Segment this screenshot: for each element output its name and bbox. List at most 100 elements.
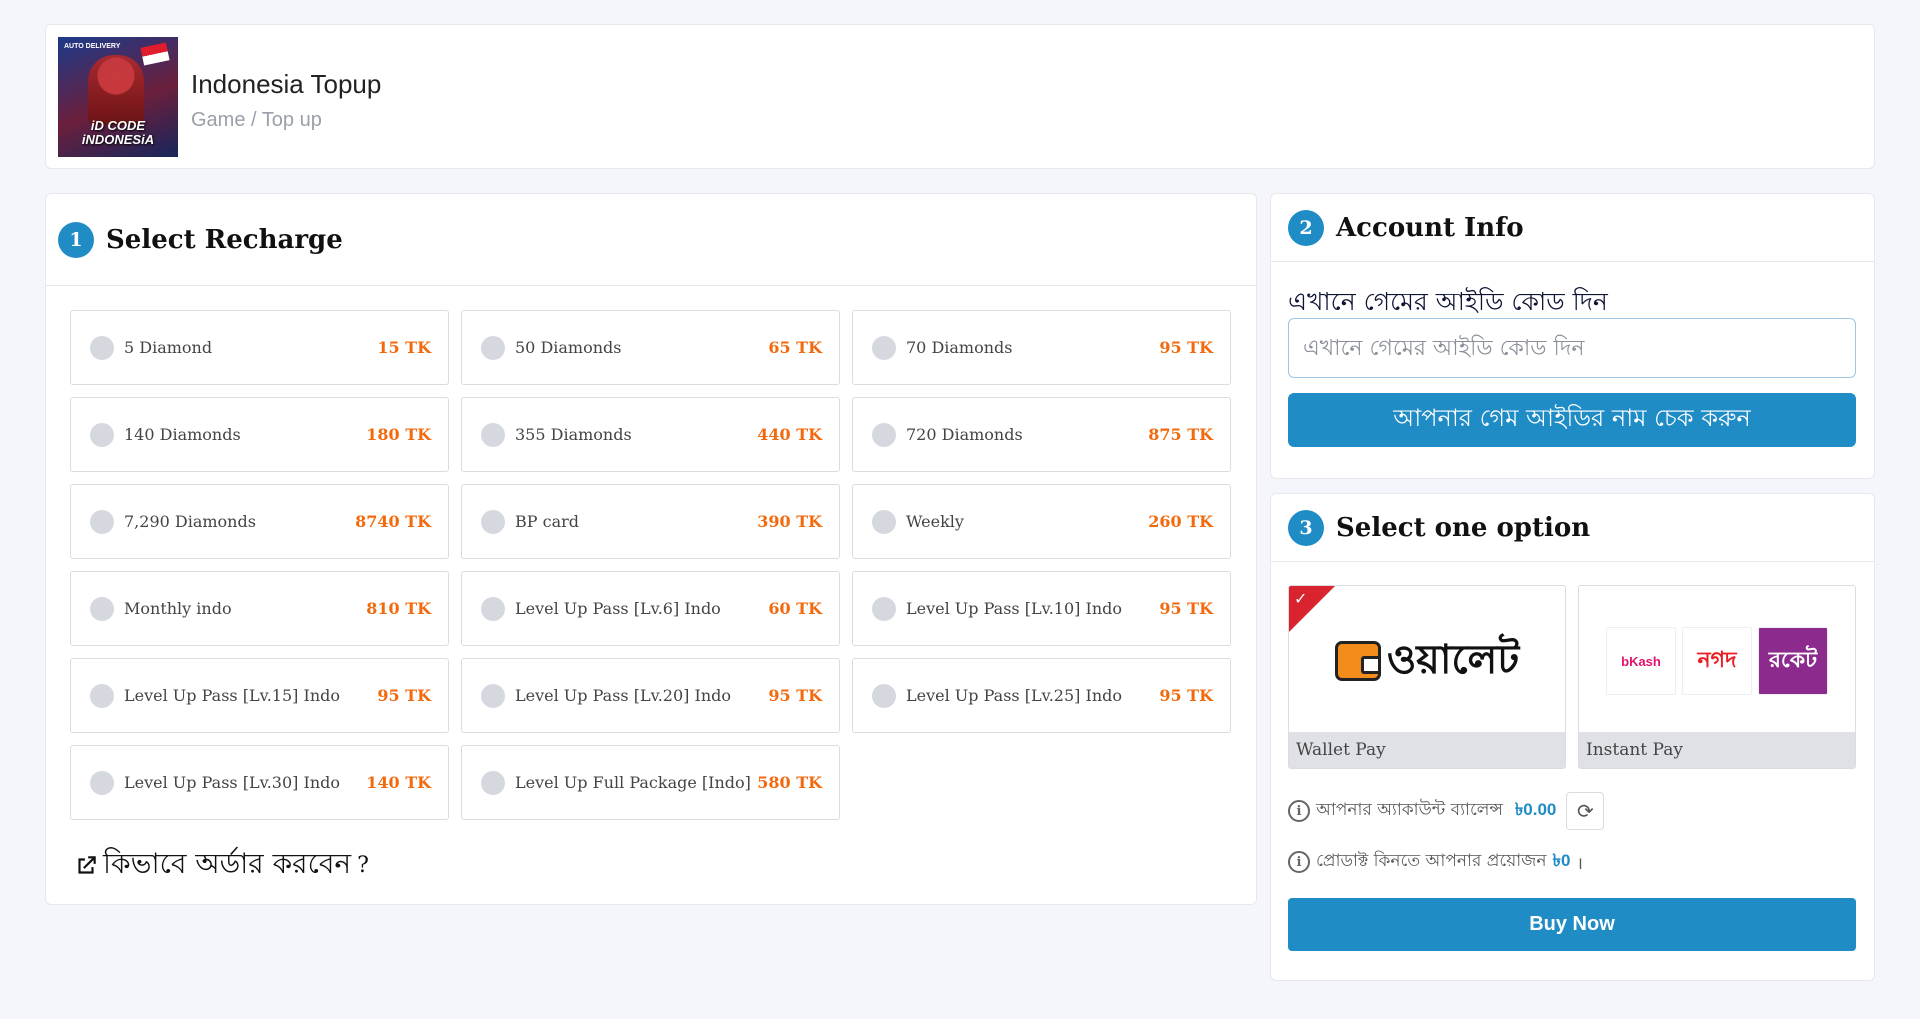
recharge-option[interactable]: BP card 390 TK xyxy=(461,484,840,559)
radio-icon[interactable] xyxy=(90,422,114,447)
required-amount-row: i প্রোডাক্ট কিনতে আপনার প্রয়োজন ৳0 । xyxy=(1288,848,1583,876)
option-price: 95 TK xyxy=(377,686,431,705)
option-label: 140 Diamonds xyxy=(124,425,241,444)
radio-icon[interactable] xyxy=(872,596,896,621)
how-to-order-label: কিভাবে অর্ডার করবেন xyxy=(103,847,352,880)
info-icon: i xyxy=(1288,851,1310,873)
how-to-order-link[interactable]: কিভাবে অর্ডার করবেন ? xyxy=(73,842,369,889)
thumbnail-caption-line2: iNDONESiA xyxy=(81,132,155,147)
check-game-id-button[interactable]: আপনার গেম আইডির নাম চেক করুন xyxy=(1288,393,1856,447)
option-label: Level Up Full Package [Indo] xyxy=(515,773,751,792)
radio-icon[interactable] xyxy=(90,335,114,360)
account-section-header: 2 Account Info xyxy=(1271,194,1874,262)
section-title: Account Info xyxy=(1336,212,1524,243)
radio-icon[interactable] xyxy=(481,683,505,708)
option-label: Level Up Pass [Lv.20] Indo xyxy=(515,686,731,705)
option-label: Level Up Pass [Lv.10] Indo xyxy=(906,599,1122,618)
option-price: 60 TK xyxy=(768,599,822,618)
page-title: Indonesia Topup xyxy=(191,69,382,99)
option-label: Level Up Pass [Lv.25] Indo xyxy=(906,686,1122,705)
radio-icon[interactable] xyxy=(872,422,896,447)
radio-icon[interactable] xyxy=(90,596,114,621)
recharge-option[interactable]: 140 Diamonds 180 TK xyxy=(70,397,449,472)
radio-icon[interactable] xyxy=(872,509,896,534)
option-label: 5 Diamond xyxy=(124,338,213,357)
recharge-option[interactable]: 5 Diamond 15 TK xyxy=(70,310,449,385)
radio-icon[interactable] xyxy=(481,770,505,795)
account-info-section: 2 Account Info এখানে গেমের আইডি কোড দিন … xyxy=(1270,193,1875,479)
recharge-option[interactable]: Level Up Pass [Lv.30] Indo 140 TK xyxy=(70,745,449,820)
buy-now-button[interactable]: Buy Now xyxy=(1288,898,1856,951)
option-price: 15 TK xyxy=(377,338,431,357)
option-price: 440 TK xyxy=(757,425,822,444)
radio-icon[interactable] xyxy=(872,683,896,708)
radio-icon[interactable] xyxy=(481,509,505,534)
account-balance-row: i আপনার অ্যাকাউন্ট ব্যালেন্স ৳0.00 ⟳ xyxy=(1288,792,1605,830)
step-number: 2 xyxy=(1288,209,1324,246)
recharge-option[interactable]: 70 Diamonds 95 TK xyxy=(852,310,1231,385)
radio-icon[interactable] xyxy=(90,683,114,708)
option-price: 95 TK xyxy=(1159,338,1213,357)
indonesia-flag-icon xyxy=(140,42,170,66)
radio-icon[interactable] xyxy=(90,770,114,795)
how-to-order-suffix: ? xyxy=(357,853,369,878)
recharge-option[interactable]: Level Up Pass [Lv.15] Indo 95 TK xyxy=(70,658,449,733)
rocket-logo: রকেট xyxy=(1758,627,1828,695)
payment-methods: ✓ ওয়ালেট Wallet Pay bKash নগদ রকেট Inst… xyxy=(1288,585,1856,769)
recharge-option[interactable]: Level Up Pass [Lv.10] Indo 95 TK xyxy=(852,571,1231,646)
radio-icon[interactable] xyxy=(481,422,505,447)
character-art xyxy=(88,55,144,125)
breadcrumb: Game / Top up xyxy=(191,109,322,131)
option-label: Level Up Pass [Lv.15] Indo xyxy=(124,686,340,705)
option-price: 65 TK xyxy=(768,338,822,357)
thumbnail-caption-line1: iD CODE xyxy=(90,118,146,133)
recharge-option[interactable]: 7,290 Diamonds 8740 TK xyxy=(70,484,449,559)
option-price: 95 TK xyxy=(768,686,822,705)
recharge-options: 5 Diamond 15 TK 50 Diamonds 65 TK 70 Diamond… xyxy=(70,310,1276,820)
recharge-option[interactable]: 355 Diamonds 440 TK xyxy=(461,397,840,472)
option-label: Monthly indo xyxy=(124,599,232,618)
recharge-option[interactable]: 50 Diamonds 65 TK xyxy=(461,310,840,385)
wallet-logo: ওয়ালেট xyxy=(1289,586,1565,736)
nagad-logo: নগদ xyxy=(1682,627,1752,695)
wallet-pay-option[interactable]: ✓ ওয়ালেট Wallet Pay xyxy=(1288,585,1566,769)
instant-pay-option[interactable]: bKash নগদ রকেট Instant Pay xyxy=(1578,585,1856,769)
game-thumbnail: AUTO DELIVERY iD CODE iNDONESiA xyxy=(58,37,178,157)
external-link-icon xyxy=(78,855,96,874)
option-label: Level Up Pass [Lv.6] Indo xyxy=(515,599,721,618)
refresh-icon: ⟳ xyxy=(1577,799,1594,823)
payment-method-label: Wallet Pay xyxy=(1289,732,1565,768)
option-price: 180 TK xyxy=(366,425,431,444)
recharge-option[interactable]: Level Up Pass [Lv.20] Indo 95 TK xyxy=(461,658,840,733)
section-title: Select Recharge xyxy=(106,224,343,255)
radio-icon[interactable] xyxy=(872,335,896,360)
payment-section-header: 3 Select one option xyxy=(1271,494,1874,562)
option-label: 720 Diamonds xyxy=(906,425,1023,444)
radio-icon[interactable] xyxy=(481,596,505,621)
recharge-option[interactable]: Level Up Pass [Lv.25] Indo 95 TK xyxy=(852,658,1231,733)
radio-icon[interactable] xyxy=(481,335,505,360)
option-price: 810 TK xyxy=(366,599,431,618)
option-price: 580 TK xyxy=(757,773,822,792)
recharge-option[interactable]: Weekly 260 TK xyxy=(852,484,1231,559)
thumbnail-caption: iD CODE iNDONESiA xyxy=(58,119,178,147)
option-price: 95 TK xyxy=(1159,599,1213,618)
required-suffix: । xyxy=(1576,853,1583,874)
payment-method-label: Instant Pay xyxy=(1579,732,1855,768)
recharge-option[interactable]: Level Up Pass [Lv.6] Indo 60 TK xyxy=(461,571,840,646)
product-header: AUTO DELIVERY iD CODE iNDONESiA Indonesi… xyxy=(45,24,1875,169)
radio-icon[interactable] xyxy=(90,509,114,534)
recharge-option[interactable]: Monthly indo 810 TK xyxy=(70,571,449,646)
instant-pay-logos: bKash নগদ রকেট xyxy=(1579,586,1855,736)
game-id-input[interactable] xyxy=(1288,318,1856,378)
option-price: 390 TK xyxy=(757,512,822,531)
option-label: 355 Diamonds xyxy=(515,425,632,444)
recharge-option[interactable]: Level Up Full Package [Indo] 580 TK xyxy=(461,745,840,820)
recharge-option[interactable]: 720 Diamonds 875 TK xyxy=(852,397,1231,472)
refresh-balance-button[interactable]: ⟳ xyxy=(1566,792,1605,830)
info-icon: i xyxy=(1288,800,1310,822)
bkash-logo: bKash xyxy=(1606,627,1676,695)
option-price: 8740 TK xyxy=(355,512,431,531)
recharge-section-header: 1 Select Recharge xyxy=(46,194,1256,286)
option-label: 50 Diamonds xyxy=(515,338,622,357)
